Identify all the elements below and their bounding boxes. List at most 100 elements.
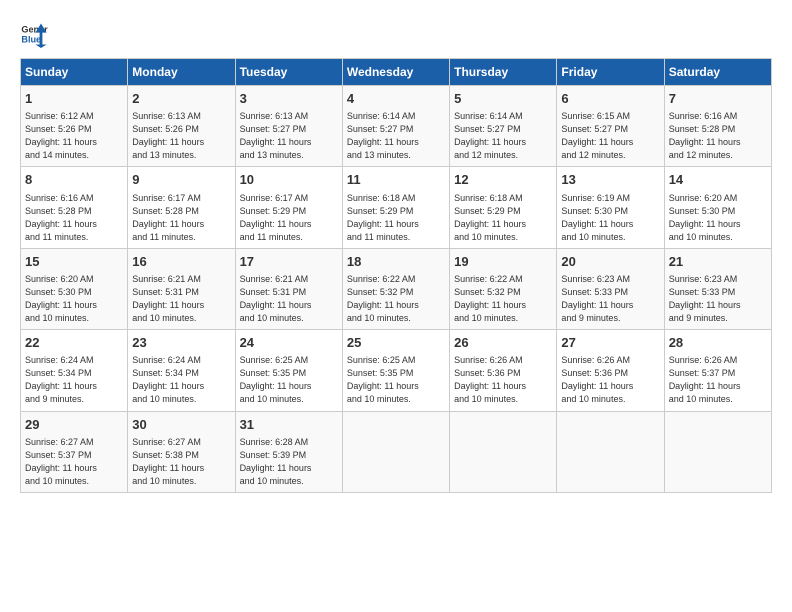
day-info: Sunrise: 6:23 AM Sunset: 5:33 PM Dayligh… — [669, 273, 767, 325]
calendar-week-3: 15 Sunrise: 6:20 AM Sunset: 5:30 PM Dayli… — [21, 248, 772, 329]
day-info: Sunrise: 6:26 AM Sunset: 5:37 PM Dayligh… — [669, 354, 767, 406]
calendar-cell: 28Sunrise: 6:26 AM Sunset: 5:37 PM Dayli… — [664, 330, 771, 411]
calendar-cell — [342, 411, 449, 492]
day-info: Sunrise: 6:28 AM Sunset: 5:39 PM Dayligh… — [240, 436, 338, 488]
calendar-cell: 3 Sunrise: 6:13 AM Sunset: 5:27 PM Daylig… — [235, 86, 342, 167]
day-number: 15 — [25, 253, 123, 271]
calendar-cell: 14Sunrise: 6:20 AM Sunset: 5:30 PM Dayli… — [664, 167, 771, 248]
day-number: 17 — [240, 253, 338, 271]
calendar-cell: 15 Sunrise: 6:20 AM Sunset: 5:30 PM Dayli… — [21, 248, 128, 329]
day-number: 25 — [347, 334, 445, 352]
day-info: Sunrise: 6:17 AM Sunset: 5:29 PM Dayligh… — [240, 192, 338, 244]
day-info: Sunrise: 6:17 AM Sunset: 5:28 PM Dayligh… — [132, 192, 230, 244]
day-number: 2 — [132, 90, 230, 108]
day-info: Sunrise: 6:23 AM Sunset: 5:33 PM Dayligh… — [561, 273, 659, 325]
calendar-week-4: 22 Sunrise: 6:24 AM Sunset: 5:34 PM Dayli… — [21, 330, 772, 411]
day-info: Sunrise: 6:19 AM Sunset: 5:30 PM Dayligh… — [561, 192, 659, 244]
day-number: 24 — [240, 334, 338, 352]
day-number: 30 — [132, 416, 230, 434]
day-number: 26 — [454, 334, 552, 352]
calendar-cell: 27 Sunrise: 6:26 AM Sunset: 5:36 PM Dayli… — [557, 330, 664, 411]
calendar-cell: 13 Sunrise: 6:19 AM Sunset: 5:30 PM Dayli… — [557, 167, 664, 248]
day-info: Sunrise: 6:15 AM Sunset: 5:27 PM Dayligh… — [561, 110, 659, 162]
day-info: Sunrise: 6:27 AM Sunset: 5:37 PM Dayligh… — [25, 436, 123, 488]
calendar-cell: 10 Sunrise: 6:17 AM Sunset: 5:29 PM Dayli… — [235, 167, 342, 248]
calendar-cell: 1 Sunrise: 6:12 AM Sunset: 5:26 PM Daylig… — [21, 86, 128, 167]
day-info: Sunrise: 6:20 AM Sunset: 5:30 PM Dayligh… — [25, 273, 123, 325]
calendar-week-2: 8 Sunrise: 6:16 AM Sunset: 5:28 PM Daylig… — [21, 167, 772, 248]
day-number: 13 — [561, 171, 659, 189]
day-number: 29 — [25, 416, 123, 434]
header: General Blue — [20, 20, 772, 48]
calendar-cell: 9Sunrise: 6:17 AM Sunset: 5:28 PM Daylig… — [128, 167, 235, 248]
day-info: Sunrise: 6:26 AM Sunset: 5:36 PM Dayligh… — [454, 354, 552, 406]
day-info: Sunrise: 6:22 AM Sunset: 5:32 PM Dayligh… — [454, 273, 552, 325]
calendar-cell: 4 Sunrise: 6:14 AM Sunset: 5:27 PM Daylig… — [342, 86, 449, 167]
calendar-cell: 8 Sunrise: 6:16 AM Sunset: 5:28 PM Daylig… — [21, 167, 128, 248]
calendar-table: SundayMondayTuesdayWednesdayThursdayFrid… — [20, 58, 772, 493]
day-number: 27 — [561, 334, 659, 352]
day-info: Sunrise: 6:27 AM Sunset: 5:38 PM Dayligh… — [132, 436, 230, 488]
calendar-cell: 26 Sunrise: 6:26 AM Sunset: 5:36 PM Dayli… — [450, 330, 557, 411]
logo: General Blue — [20, 20, 48, 48]
day-info: Sunrise: 6:16 AM Sunset: 5:28 PM Dayligh… — [25, 192, 123, 244]
day-info: Sunrise: 6:16 AM Sunset: 5:28 PM Dayligh… — [669, 110, 767, 162]
calendar-cell: 5Sunrise: 6:14 AM Sunset: 5:27 PM Daylig… — [450, 86, 557, 167]
dow-header-sunday: Sunday — [21, 59, 128, 86]
calendar-cell: 2Sunrise: 6:13 AM Sunset: 5:26 PM Daylig… — [128, 86, 235, 167]
calendar-cell: 29 Sunrise: 6:27 AM Sunset: 5:37 PM Dayli… — [21, 411, 128, 492]
calendar-cell: 30 Sunrise: 6:27 AM Sunset: 5:38 PM Dayli… — [128, 411, 235, 492]
day-number: 23 — [132, 334, 230, 352]
calendar-week-1: 1 Sunrise: 6:12 AM Sunset: 5:26 PM Daylig… — [21, 86, 772, 167]
calendar-cell — [664, 411, 771, 492]
day-info: Sunrise: 6:24 AM Sunset: 5:34 PM Dayligh… — [132, 354, 230, 406]
svg-text:Blue: Blue — [21, 34, 41, 44]
day-number: 19 — [454, 253, 552, 271]
day-info: Sunrise: 6:14 AM Sunset: 5:27 PM Dayligh… — [347, 110, 445, 162]
calendar-cell: 7Sunrise: 6:16 AM Sunset: 5:28 PM Daylig… — [664, 86, 771, 167]
calendar-cell: 21 Sunrise: 6:23 AM Sunset: 5:33 PM Dayli… — [664, 248, 771, 329]
day-number: 5 — [454, 90, 552, 108]
dow-header-friday: Friday — [557, 59, 664, 86]
day-number: 16 — [132, 253, 230, 271]
calendar-cell: 19 Sunrise: 6:22 AM Sunset: 5:32 PM Dayli… — [450, 248, 557, 329]
day-number: 4 — [347, 90, 445, 108]
calendar-cell: 23 Sunrise: 6:24 AM Sunset: 5:34 PM Dayli… — [128, 330, 235, 411]
day-number: 10 — [240, 171, 338, 189]
calendar-week-5: 29 Sunrise: 6:27 AM Sunset: 5:37 PM Dayli… — [21, 411, 772, 492]
calendar-cell: 22Sunrise: 6:24 AM Sunset: 5:34 PM Dayli… — [21, 330, 128, 411]
day-info: Sunrise: 6:26 AM Sunset: 5:36 PM Dayligh… — [561, 354, 659, 406]
day-number: 8 — [25, 171, 123, 189]
calendar-cell: 6 Sunrise: 6:15 AM Sunset: 5:27 PM Daylig… — [557, 86, 664, 167]
calendar-cell: 17 Sunrise: 6:21 AM Sunset: 5:31 PM Dayli… — [235, 248, 342, 329]
day-info: Sunrise: 6:25 AM Sunset: 5:35 PM Dayligh… — [347, 354, 445, 406]
dow-header-monday: Monday — [128, 59, 235, 86]
calendar-body: 1 Sunrise: 6:12 AM Sunset: 5:26 PM Daylig… — [21, 86, 772, 493]
day-number: 6 — [561, 90, 659, 108]
calendar-cell: 31Sunrise: 6:28 AM Sunset: 5:39 PM Dayli… — [235, 411, 342, 492]
dow-header-wednesday: Wednesday — [342, 59, 449, 86]
day-info: Sunrise: 6:12 AM Sunset: 5:26 PM Dayligh… — [25, 110, 123, 162]
day-number: 12 — [454, 171, 552, 189]
calendar-cell: 24Sunrise: 6:25 AM Sunset: 5:35 PM Dayli… — [235, 330, 342, 411]
calendar-cell: 11Sunrise: 6:18 AM Sunset: 5:29 PM Dayli… — [342, 167, 449, 248]
dow-header-tuesday: Tuesday — [235, 59, 342, 86]
day-number: 3 — [240, 90, 338, 108]
day-number: 1 — [25, 90, 123, 108]
day-info: Sunrise: 6:18 AM Sunset: 5:29 PM Dayligh… — [454, 192, 552, 244]
day-info: Sunrise: 6:22 AM Sunset: 5:32 PM Dayligh… — [347, 273, 445, 325]
calendar-cell: 25 Sunrise: 6:25 AM Sunset: 5:35 PM Dayli… — [342, 330, 449, 411]
day-info: Sunrise: 6:20 AM Sunset: 5:30 PM Dayligh… — [669, 192, 767, 244]
day-info: Sunrise: 6:21 AM Sunset: 5:31 PM Dayligh… — [132, 273, 230, 325]
calendar-cell: 16 Sunrise: 6:21 AM Sunset: 5:31 PM Dayli… — [128, 248, 235, 329]
day-number: 22 — [25, 334, 123, 352]
dow-header-thursday: Thursday — [450, 59, 557, 86]
calendar-cell — [450, 411, 557, 492]
day-info: Sunrise: 6:18 AM Sunset: 5:29 PM Dayligh… — [347, 192, 445, 244]
calendar-cell: 12 Sunrise: 6:18 AM Sunset: 5:29 PM Dayli… — [450, 167, 557, 248]
day-info: Sunrise: 6:21 AM Sunset: 5:31 PM Dayligh… — [240, 273, 338, 325]
day-info: Sunrise: 6:13 AM Sunset: 5:27 PM Dayligh… — [240, 110, 338, 162]
calendar-cell: 20Sunrise: 6:23 AM Sunset: 5:33 PM Dayli… — [557, 248, 664, 329]
day-number: 21 — [669, 253, 767, 271]
days-of-week-row: SundayMondayTuesdayWednesdayThursdayFrid… — [21, 59, 772, 86]
